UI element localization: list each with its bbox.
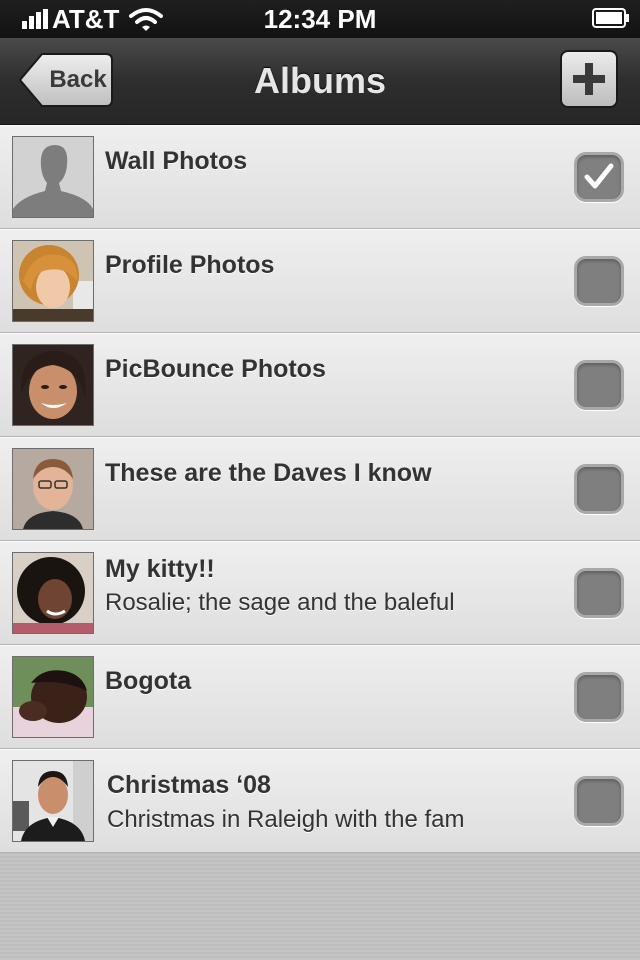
photo-thumbnail <box>13 553 93 633</box>
album-thumbnail <box>12 240 94 322</box>
album-row[interactable]: These are the Daves I know <box>0 437 640 541</box>
album-title: My kitty!! <box>105 555 215 583</box>
photo-thumbnail <box>13 449 93 529</box>
back-button[interactable]: Back <box>18 52 114 108</box>
photo-thumbnail <box>13 761 93 841</box>
navigation-bar: Back Albums <box>0 38 640 126</box>
album-description: Rosalie; the sage and the baleful <box>105 589 455 616</box>
album-row[interactable]: My kitty!! Rosalie; the sage and the bal… <box>0 541 640 645</box>
album-thumbnail <box>12 448 94 530</box>
back-button-label: Back <box>49 66 107 93</box>
album-title: PicBounce Photos <box>105 355 326 383</box>
status-time: 12:34 PM <box>263 4 377 34</box>
checkmark-icon <box>584 163 614 189</box>
album-thumbnail <box>12 760 94 842</box>
album-checkbox[interactable] <box>574 256 624 306</box>
album-thumbnail <box>12 344 94 426</box>
album-title: These are the Daves I know <box>105 459 432 487</box>
album-thumbnail <box>12 136 94 218</box>
album-checkbox[interactable] <box>574 568 624 618</box>
album-title: Profile Photos <box>105 251 275 279</box>
album-title: Christmas ‘08 <box>107 771 271 799</box>
album-thumbnail <box>12 656 94 738</box>
album-row[interactable]: Wall Photos <box>0 125 640 229</box>
plus-icon <box>573 63 605 95</box>
album-row[interactable]: Profile Photos <box>0 229 640 333</box>
album-title: Bogota <box>105 667 192 695</box>
page-title: Albums <box>253 60 386 101</box>
album-row[interactable]: Christmas ‘08 Christmas in Raleigh with … <box>0 749 640 853</box>
album-checkbox[interactable] <box>574 776 624 826</box>
add-album-button[interactable] <box>560 50 618 108</box>
album-description: Christmas in Raleigh with the fam <box>107 806 465 833</box>
album-checkbox[interactable] <box>574 464 624 514</box>
album-checkbox[interactable] <box>574 152 624 202</box>
battery-icon <box>592 8 629 28</box>
album-checkbox[interactable] <box>574 672 624 722</box>
photo-thumbnail <box>13 345 93 425</box>
photo-thumbnail <box>13 241 93 321</box>
album-row[interactable]: Bogota <box>0 645 640 749</box>
album-list: Wall Photos Profile Photos PicBounce Pho… <box>0 125 640 853</box>
silhouette-icon <box>13 137 93 217</box>
album-checkbox[interactable] <box>574 360 624 410</box>
photo-thumbnail <box>13 657 93 737</box>
album-thumbnail <box>12 552 94 634</box>
status-bar: AT&T 12:34 PM <box>0 0 640 38</box>
album-title: Wall Photos <box>105 147 248 175</box>
album-row[interactable]: PicBounce Photos <box>0 333 640 437</box>
